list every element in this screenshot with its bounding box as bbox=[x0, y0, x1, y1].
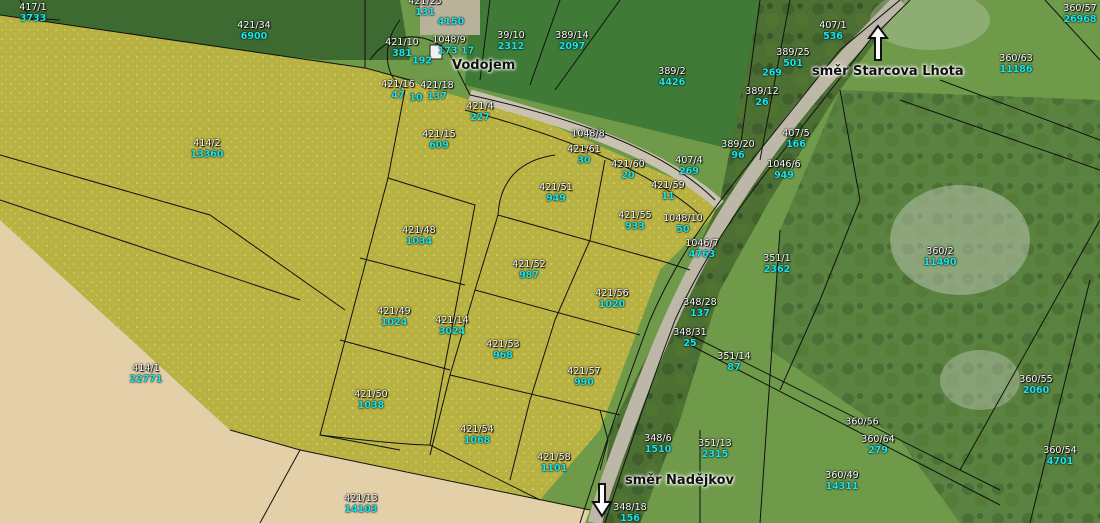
boundary bbox=[469, 94, 716, 201]
boundary bbox=[664, 261, 691, 271]
boundary bbox=[899, 99, 1100, 171]
boundary bbox=[779, 89, 861, 391]
boundary bbox=[959, 219, 1100, 471]
boundary bbox=[509, 159, 606, 481]
vodojem-label: Vodojem bbox=[452, 58, 516, 73]
boundary bbox=[259, 449, 301, 523]
boundary bbox=[939, 79, 1100, 141]
boundary bbox=[529, 0, 561, 86]
boundary bbox=[554, 0, 621, 91]
direction-nadejkov-label: směr Nadějkov bbox=[625, 473, 734, 488]
boundary bbox=[1029, 279, 1091, 523]
boundary bbox=[689, 344, 1001, 506]
boundary bbox=[387, 89, 541, 501]
boundary bbox=[759, 229, 781, 523]
boundary bbox=[1044, 0, 1100, 61]
boundary bbox=[474, 289, 641, 336]
boundary bbox=[364, 0, 411, 81]
boundary bbox=[449, 374, 621, 416]
boundary bbox=[339, 339, 451, 371]
boundary bbox=[739, 0, 761, 151]
boundary bbox=[319, 177, 401, 451]
boundary bbox=[759, 0, 791, 161]
boundary bbox=[429, 154, 556, 456]
boundary bbox=[0, 199, 301, 301]
cadastral-map[interactable]: 417/1 3733 421/34 6900 421/25 131 4150 421/… bbox=[0, 0, 1100, 523]
boundary bbox=[679, 329, 1001, 491]
boundary bbox=[319, 434, 431, 446]
boundary bbox=[359, 257, 466, 286]
boundary bbox=[0, 154, 346, 311]
boundary bbox=[497, 214, 666, 263]
direction-starcova-label: směr Starcova Lhota bbox=[812, 64, 964, 79]
boundary bbox=[0, 14, 366, 69]
boundary bbox=[19, 0, 61, 21]
